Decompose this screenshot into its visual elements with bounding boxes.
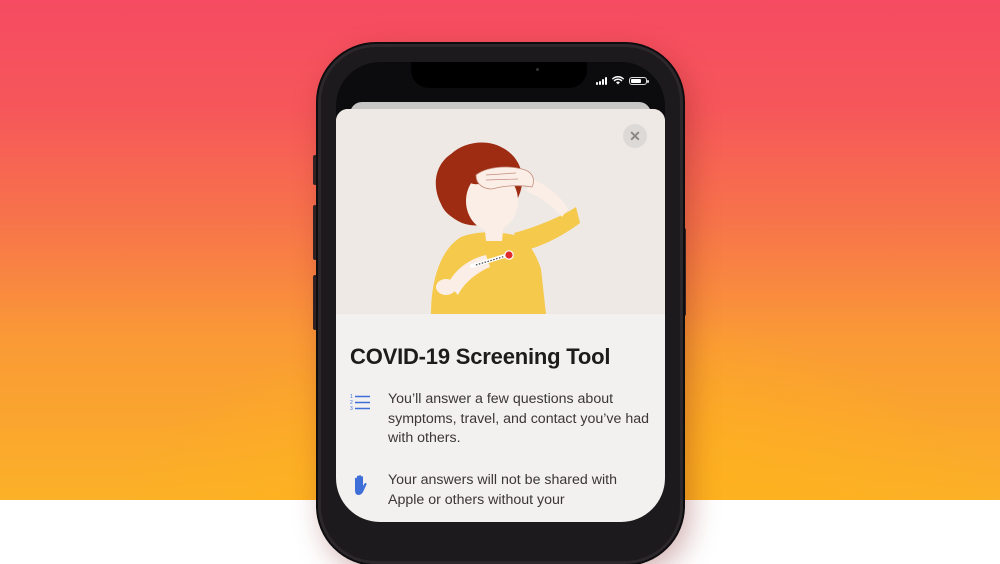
wifi-icon bbox=[612, 76, 624, 85]
info-item: Your answers will not be shared with App… bbox=[350, 471, 650, 510]
illustration-area: ✕ bbox=[336, 109, 665, 314]
notch bbox=[411, 62, 587, 88]
page-title: COVID-19 Screening Tool bbox=[350, 344, 611, 369]
phone-volume-up-button bbox=[313, 205, 317, 260]
battery-icon bbox=[629, 76, 649, 85]
phone-volume-down-button bbox=[313, 275, 317, 330]
hand-icon bbox=[350, 471, 372, 510]
info-text: You’ll answer a few questions about symp… bbox=[388, 391, 650, 446]
screening-sheet: ✕ COVID-19 Screening Tool 1 2 3 You’ll a… bbox=[336, 109, 665, 522]
numbered-list-icon: 1 2 3 bbox=[350, 390, 372, 449]
cellular-signal-icon bbox=[596, 76, 607, 85]
phone-screen: ✕ COVID-19 Screening Tool 1 2 3 You’ll a… bbox=[336, 62, 665, 522]
front-camera bbox=[536, 68, 539, 71]
status-bar bbox=[596, 76, 649, 85]
phone-side-button bbox=[313, 155, 317, 185]
info-item: 1 2 3 You’ll answer a few questions abou… bbox=[350, 390, 650, 449]
sick-person-illustration bbox=[431, 142, 580, 314]
svg-text:3: 3 bbox=[350, 406, 353, 411]
close-button[interactable]: ✕ bbox=[623, 124, 647, 148]
info-text: Your answers will not be shared with App… bbox=[388, 472, 617, 508]
